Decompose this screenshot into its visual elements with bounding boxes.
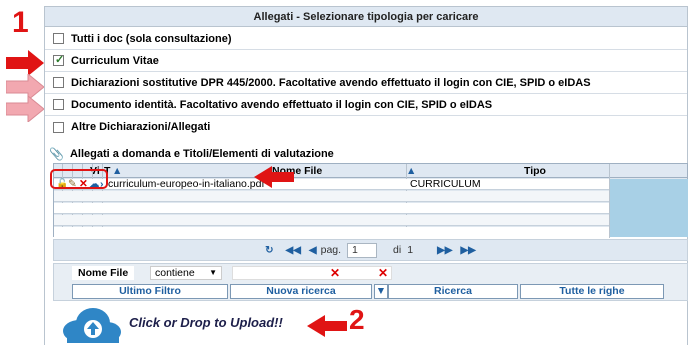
all-rows-button[interactable]: Tutte le righe: [520, 284, 664, 299]
upload-text[interactable]: Click or Drop to Upload!!: [129, 315, 283, 330]
page-label: pag.: [320, 244, 342, 256]
of-label: di: [393, 244, 402, 256]
upload-dropzone[interactable]: Click or Drop to Upload!! 2: [45, 303, 687, 346]
file-type: CURRICULUM: [410, 178, 481, 190]
attachments-grid: Vi T ▲ Nome File ▲ Tipo 🔓 ✎ ✕ ☁ › curric…: [53, 163, 688, 238]
annotation-number-2: 2: [349, 304, 365, 335]
funnel-icon[interactable]: ▼: [374, 284, 388, 299]
option-curriculum[interactable]: Curriculum Vitae: [45, 50, 687, 72]
section-title: 📎 Allegati a domanda e Titoli/Elementi d…: [45, 145, 687, 163]
total-pages: 1: [407, 244, 414, 256]
last-page-icon[interactable]: ▶▶: [460, 245, 475, 256]
last-filter-button[interactable]: Ultimo Filtro: [72, 284, 228, 299]
filter-operator-value: contiene: [155, 267, 195, 279]
annotation-highlight-box: [50, 169, 108, 189]
new-search-button[interactable]: Nuova ricerca: [230, 284, 372, 299]
option-altre[interactable]: Altre Dichiarazioni/Allegati: [45, 116, 687, 138]
first-page-icon[interactable]: ◀◀: [286, 245, 301, 256]
grid-side-fill: [610, 179, 688, 237]
annotation-arrow-file: [254, 166, 294, 188]
sort-icon[interactable]: ▲: [112, 164, 122, 178]
checkbox[interactable]: [53, 77, 64, 88]
next-page-icon[interactable]: ▶▶: [437, 245, 452, 256]
option-label: Altre Dichiarazioni/Allegati: [71, 121, 211, 133]
filter-panel: Nome File contiene ▼ ✕ ✕ Ultimo Filtro N…: [53, 263, 688, 301]
pagination-bar: ↻ ◀◀ ◀ pag. 1 di 1 ▶▶ ▶▶: [53, 239, 688, 261]
annotation-number-1: 1: [12, 6, 29, 39]
option-label: Curriculum Vitae: [71, 54, 159, 67]
filter-operator-select[interactable]: contiene ▼: [150, 266, 222, 280]
chevron-down-icon: ▼: [209, 268, 217, 277]
option-label: Dichiarazioni sostitutive DPR 445/2000. …: [71, 76, 591, 89]
table-row: [54, 203, 609, 214]
option-documento-identita[interactable]: Documento identità. Facoltativo avendo e…: [45, 94, 687, 116]
option-all-docs[interactable]: Tutti i doc (sola consultazione): [45, 28, 687, 50]
attachments-panel: Allegati - Selezionare tipologia per car…: [44, 6, 688, 346]
option-dichiarazioni[interactable]: Dichiarazioni sostitutive DPR 445/2000. …: [45, 72, 687, 94]
table-row[interactable]: 🔓 ✎ ✕ ☁ › curriculum-europeo-in-italiano…: [54, 179, 609, 190]
clear-value-icon[interactable]: ✕: [330, 267, 340, 279]
col-header-type[interactable]: Tipo: [524, 164, 546, 178]
clear-filter-icon[interactable]: ✕: [378, 267, 388, 279]
filter-field-label: Nome File: [72, 266, 135, 280]
filter-value-input[interactable]: [232, 266, 392, 280]
option-label: Documento identità. Facoltativo avendo e…: [71, 98, 493, 111]
annotation-arrow-pink-2: [6, 96, 44, 122]
table-row: [54, 227, 609, 238]
prev-page-icon[interactable]: ◀: [309, 245, 317, 256]
checkbox[interactable]: [53, 33, 64, 44]
table-row: [54, 191, 609, 202]
section-title-text: Allegati a domanda e Titoli/Elementi di …: [69, 148, 334, 160]
checkbox[interactable]: [53, 121, 64, 133]
refresh-icon[interactable]: ↻: [265, 245, 273, 256]
annotation-arrow-red: [6, 50, 44, 76]
annotation-arrow-upload: [307, 315, 347, 337]
page-input[interactable]: 1: [347, 242, 378, 258]
paperclip-icon: 📎: [49, 147, 64, 161]
search-button[interactable]: Ricerca: [388, 284, 518, 299]
cloud-upload-icon: [63, 308, 121, 343]
table-row: [54, 215, 609, 226]
panel-title: Allegati - Selezionare tipologia per car…: [45, 7, 687, 27]
sort-icon[interactable]: ▲: [406, 164, 416, 178]
checkbox[interactable]: [53, 53, 64, 66]
file-name[interactable]: curriculum-europeo-in-italiano.pdf: [108, 179, 264, 190]
option-label: Tutti i doc (sola consultazione): [71, 32, 232, 45]
checkbox[interactable]: [53, 99, 64, 110]
grid-header: Vi T ▲ Nome File ▲ Tipo: [54, 164, 687, 178]
